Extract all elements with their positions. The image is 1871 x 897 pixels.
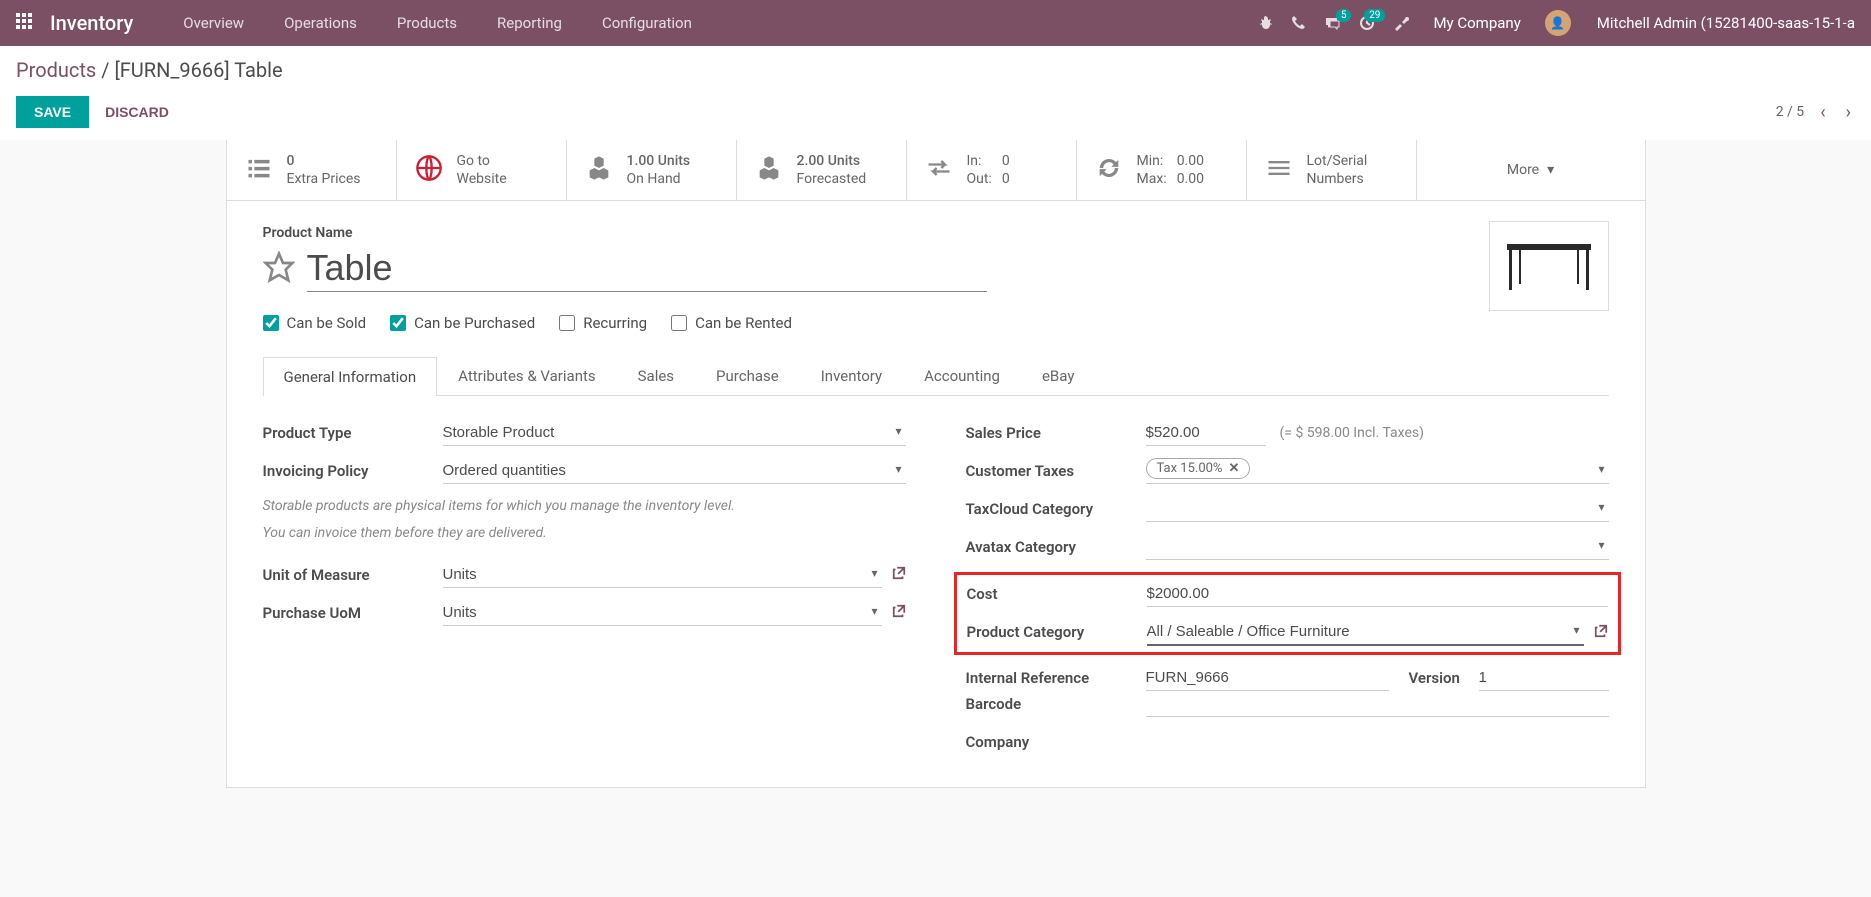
pager-next[interactable]: › bbox=[1842, 98, 1855, 127]
stat-forecasted[interactable]: 2.00 UnitsForecasted bbox=[737, 140, 907, 200]
nav-operations[interactable]: Operations bbox=[264, 1, 377, 45]
nav-overview[interactable]: Overview bbox=[163, 1, 264, 45]
sales-price-incl: (= $ 598.00 Incl. Taxes) bbox=[1280, 425, 1424, 441]
stat-on-hand[interactable]: 1.00 UnitsOn Hand bbox=[567, 140, 737, 200]
globe-icon bbox=[415, 154, 443, 186]
product-name-input[interactable] bbox=[307, 245, 987, 292]
label-product-type: Product Type bbox=[263, 420, 443, 442]
refresh-icon bbox=[1095, 154, 1123, 186]
label-uom: Unit of Measure bbox=[263, 562, 443, 584]
label-sales-price: Sales Price bbox=[966, 420, 1146, 442]
stat-website[interactable]: Go toWebsite bbox=[397, 140, 567, 200]
label-customer-taxes: Customer Taxes bbox=[966, 458, 1146, 480]
stat-min-max[interactable]: Min:0.00Max:0.00 bbox=[1077, 140, 1247, 200]
field-version[interactable] bbox=[1479, 665, 1609, 691]
nav-products[interactable]: Products bbox=[377, 1, 477, 45]
field-product-category[interactable] bbox=[1147, 619, 1584, 646]
list-icon bbox=[245, 154, 273, 186]
save-button[interactable]: Save bbox=[16, 96, 89, 128]
activity-badge: 29 bbox=[1364, 9, 1385, 22]
control-bar: Products / [FURN_9666] Table Save Discar… bbox=[0, 46, 1871, 140]
help-invoice: You can invoice them before they are del… bbox=[263, 523, 906, 544]
field-taxcloud[interactable] bbox=[1146, 496, 1609, 522]
username[interactable]: Mitchell Admin (15281400-saas-15-1-a bbox=[1597, 14, 1855, 32]
field-internal-ref[interactable] bbox=[1146, 665, 1389, 691]
label-product-category: Product Category bbox=[967, 619, 1147, 641]
label-internal-ref: Internal Reference bbox=[966, 665, 1146, 687]
boxes-icon bbox=[755, 154, 783, 186]
field-barcode[interactable] bbox=[1146, 691, 1609, 717]
pager-text: 2 / 5 bbox=[1776, 104, 1804, 120]
main-nav: Overview Operations Products Reporting C… bbox=[163, 1, 712, 45]
tab-ebay[interactable]: eBay bbox=[1021, 356, 1095, 395]
field-invoicing-policy[interactable] bbox=[443, 458, 906, 484]
product-name-label: Product Name bbox=[263, 225, 1609, 241]
field-sales-price[interactable] bbox=[1146, 420, 1266, 446]
stat-buttons: 0Extra Prices Go toWebsite 1.00 UnitsOn … bbox=[227, 140, 1645, 201]
caret-down-icon: ▾ bbox=[1547, 162, 1554, 178]
messages-badge: 5 bbox=[1336, 9, 1352, 22]
avatar[interactable]: 👤 bbox=[1545, 10, 1571, 36]
favorite-star-icon[interactable] bbox=[263, 251, 295, 287]
nav-reporting[interactable]: Reporting bbox=[477, 1, 582, 45]
field-product-type[interactable] bbox=[443, 420, 906, 446]
stat-extra-prices[interactable]: 0Extra Prices bbox=[227, 140, 397, 200]
external-link-icon[interactable] bbox=[892, 604, 906, 622]
tab-accounting[interactable]: Accounting bbox=[903, 356, 1021, 395]
field-avatax[interactable] bbox=[1146, 534, 1609, 560]
label-taxcloud: TaxCloud Category bbox=[966, 496, 1146, 518]
highlighted-fields: Cost Product Category bbox=[954, 572, 1621, 655]
label-cost: Cost bbox=[967, 581, 1147, 603]
activity-icon[interactable]: 29 bbox=[1359, 15, 1375, 31]
breadcrumb-parent[interactable]: Products bbox=[16, 58, 96, 82]
tab-sales[interactable]: Sales bbox=[617, 356, 695, 395]
stat-more[interactable]: More▾ bbox=[1417, 140, 1645, 200]
help-storable: Storable products are physical items for… bbox=[263, 496, 906, 517]
transfer-icon bbox=[925, 154, 953, 186]
breadcrumb-current: [FURN_9666] Table bbox=[114, 58, 282, 82]
tabs: General Information Attributes & Variant… bbox=[263, 356, 1609, 396]
tab-purchase[interactable]: Purchase bbox=[695, 356, 800, 395]
company-selector[interactable]: My Company bbox=[1433, 14, 1520, 32]
field-uom[interactable] bbox=[443, 562, 882, 588]
label-version: Version bbox=[1409, 665, 1479, 687]
field-purchase-uom[interactable] bbox=[443, 600, 882, 626]
breadcrumb: Products / [FURN_9666] Table bbox=[16, 58, 1855, 82]
stat-in-out[interactable]: In:0Out:0 bbox=[907, 140, 1077, 200]
tax-tag[interactable]: Tax 15.00%✕ bbox=[1146, 458, 1251, 479]
label-avatax: Avatax Category bbox=[966, 534, 1146, 556]
label-company: Company bbox=[966, 729, 1146, 751]
tab-attributes-variants[interactable]: Attributes & Variants bbox=[437, 356, 616, 395]
label-barcode: Barcode bbox=[966, 691, 1146, 713]
stat-lot-serial[interactable]: Lot/SerialNumbers bbox=[1247, 140, 1417, 200]
product-image[interactable] bbox=[1489, 221, 1609, 311]
field-cost[interactable] bbox=[1147, 581, 1608, 607]
app-title[interactable]: Inventory bbox=[50, 11, 133, 35]
external-link-icon[interactable] bbox=[892, 566, 906, 584]
chk-recurring[interactable] bbox=[559, 315, 575, 331]
pager: 2 / 5 ‹ › bbox=[1776, 98, 1855, 127]
tab-general-information[interactable]: General Information bbox=[263, 357, 438, 396]
bars-icon bbox=[1265, 154, 1293, 186]
boxes-icon bbox=[585, 154, 613, 186]
form-sheet: 0Extra Prices Go toWebsite 1.00 UnitsOn … bbox=[226, 140, 1646, 788]
phone-icon[interactable] bbox=[1291, 15, 1307, 31]
discard-button[interactable]: Discard bbox=[105, 104, 169, 120]
remove-tag-icon[interactable]: ✕ bbox=[1228, 461, 1239, 476]
chk-can-be-purchased[interactable] bbox=[390, 315, 406, 331]
tab-inventory[interactable]: Inventory bbox=[800, 356, 903, 395]
topbar: Inventory Overview Operations Products R… bbox=[0, 0, 1871, 46]
label-purchase-uom: Purchase UoM bbox=[263, 600, 443, 622]
pager-prev[interactable]: ‹ bbox=[1816, 98, 1829, 127]
nav-configuration[interactable]: Configuration bbox=[582, 1, 712, 45]
external-link-icon[interactable] bbox=[1594, 624, 1608, 642]
tools-icon[interactable] bbox=[1393, 15, 1409, 31]
messages-icon[interactable]: 5 bbox=[1325, 15, 1341, 31]
apps-icon[interactable] bbox=[16, 13, 36, 33]
bug-icon[interactable] bbox=[1257, 15, 1273, 31]
chk-can-be-rented[interactable] bbox=[671, 315, 687, 331]
label-invoicing-policy: Invoicing Policy bbox=[263, 458, 443, 480]
chk-can-be-sold[interactable] bbox=[263, 315, 279, 331]
